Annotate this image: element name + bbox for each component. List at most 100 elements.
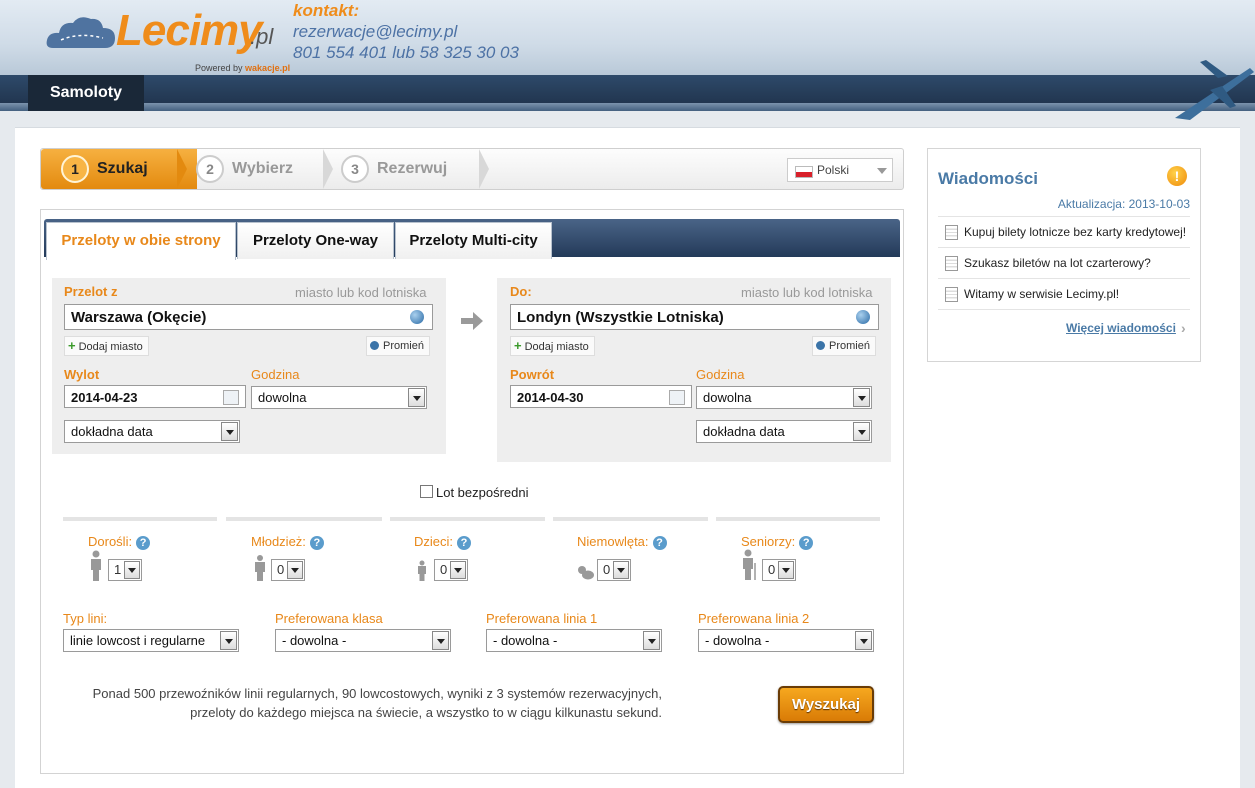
search-button[interactable]: Wyszukaj	[778, 686, 874, 723]
return-precision-select[interactable]: dokładna data	[696, 420, 872, 443]
step-search[interactable]: 1 Szukaj	[41, 149, 197, 189]
tab-round-trip[interactable]: Przeloty w obie strony	[46, 222, 236, 260]
contact-info: kontakt: rezerwacje@lecimy.pl 801 554 40…	[293, 0, 519, 63]
chevron-down-icon	[613, 561, 629, 579]
document-icon	[945, 256, 958, 271]
return-date-input[interactable]: 2014-04-30	[510, 385, 692, 408]
senior-person-icon	[743, 549, 756, 580]
contact-phones: 801 554 401 lub 58 325 30 03	[293, 43, 519, 62]
youth-label: Młodzież:?	[251, 534, 324, 550]
help-icon[interactable]: ?	[457, 536, 472, 550]
nav-tab-samoloty[interactable]: Samoloty	[28, 75, 144, 111]
cloud-logo-icon	[46, 17, 115, 48]
nav-bar	[0, 75, 1255, 111]
airplane-icon	[1175, 60, 1254, 120]
youth-select[interactable]: 0	[271, 559, 305, 581]
arrow-right-icon	[461, 312, 483, 330]
return-time-label: Godzina	[696, 367, 745, 382]
logo-suffix: .pl	[250, 24, 274, 49]
departure-precision-select[interactable]: dokładna data	[64, 420, 240, 443]
infant-icon	[578, 566, 594, 580]
news-updated: Aktualizacja: 2013-10-03	[1057, 197, 1190, 211]
alert-icon: !	[1167, 166, 1187, 186]
more-news-link[interactable]: Więcej wiadomości	[1066, 321, 1176, 335]
class-label: Preferowana klasa	[275, 611, 383, 626]
seniors-select[interactable]: 0	[762, 559, 796, 581]
tab-one-way[interactable]: Przeloty One-way	[237, 222, 394, 259]
airline1-select[interactable]: - dowolna -	[486, 629, 662, 652]
logo-text[interactable]: Lecimy	[116, 6, 263, 56]
powered-by: Powered by wakacje.pl	[195, 63, 291, 73]
to-hint: miasto lub kod lotniska	[741, 285, 873, 300]
seniors-label: Seniorzy:?	[741, 534, 814, 550]
chevron-down-icon	[432, 631, 449, 650]
chevron-down-icon	[124, 561, 140, 579]
news-item[interactable]: Szukasz biletów na lot czarterowy?	[938, 247, 1190, 278]
news-item[interactable]: Kupuj bilety lotnicze bez karty kredytow…	[938, 216, 1190, 247]
chevron-down-icon	[408, 388, 425, 407]
document-icon	[945, 287, 958, 302]
infants-select[interactable]: 0	[597, 559, 631, 581]
airline1-label: Preferowana linia 1	[486, 611, 598, 626]
tab-multi-city[interactable]: Przeloty Multi-city	[395, 222, 552, 259]
chevron-down-icon	[221, 422, 238, 441]
calendar-icon[interactable]	[223, 390, 239, 405]
globe-icon[interactable]	[856, 310, 870, 324]
to-add-city-button[interactable]: + Dodaj miasto	[510, 336, 595, 356]
youth-person-icon	[255, 555, 265, 581]
checkbox-icon[interactable]	[420, 485, 433, 498]
contact-label: kontakt:	[293, 1, 360, 20]
help-icon[interactable]: ?	[136, 536, 151, 550]
chevron-down-icon	[643, 631, 660, 650]
globe-icon[interactable]	[410, 310, 424, 324]
departure-time-label: Godzina	[251, 367, 300, 382]
airline-type-select[interactable]: linie lowcost i regularne	[63, 629, 239, 652]
chevron-down-icon	[778, 561, 794, 579]
chevron-down-icon	[220, 631, 237, 650]
step-book: 3 Rezerwuj	[341, 149, 447, 189]
description: Ponad 500 przewoźników linii regularnych…	[92, 686, 662, 720]
step-bar: 1 Szukaj 2 Wybierz 3 Rezerwuj	[40, 148, 904, 190]
chevron-down-icon	[450, 561, 466, 579]
from-add-city-button[interactable]: + Dodaj miasto	[64, 336, 149, 356]
departure-date-input[interactable]: 2014-04-23	[64, 385, 246, 408]
contact-email[interactable]: rezerwacje@lecimy.pl	[293, 21, 519, 42]
from-radius-button[interactable]: Promień	[366, 336, 430, 356]
to-label: Do:	[510, 284, 532, 299]
chevron-down-icon	[853, 388, 870, 407]
site-header: Lecimy .pl Powered by wakacje.pl kontakt…	[0, 0, 1255, 75]
chevron-down-icon	[877, 168, 887, 174]
document-icon	[945, 225, 958, 240]
calendar-icon[interactable]	[669, 390, 685, 405]
chevron-down-icon	[853, 422, 870, 441]
chevron-right-icon: ›	[1181, 320, 1186, 336]
adult-person-icon	[91, 550, 101, 581]
departure-time-select[interactable]: dowolna	[251, 386, 427, 409]
language-select[interactable]: Polski	[787, 158, 893, 182]
return-time-select[interactable]: dowolna	[696, 386, 872, 409]
departure-date-label: Wylot	[64, 367, 100, 382]
airline2-select[interactable]: - dowolna -	[698, 629, 874, 652]
class-select[interactable]: - dowolna -	[275, 629, 451, 652]
poland-flag-icon	[795, 166, 813, 178]
from-input[interactable]: Warszawa (Okęcie)	[64, 304, 433, 330]
adults-select[interactable]: 1	[108, 559, 142, 581]
from-hint: miasto lub kod lotniska	[295, 285, 427, 300]
to-input[interactable]: Londyn (Wszystkie Lotniska)	[510, 304, 879, 330]
chevron-down-icon	[287, 561, 303, 579]
step-choose: 2 Wybierz	[196, 149, 293, 189]
children-select[interactable]: 0	[434, 559, 468, 581]
from-label: Przelot z	[64, 284, 118, 299]
child-person-icon	[418, 560, 426, 581]
direct-flight-checkbox[interactable]: Lot bezpośredni	[420, 485, 529, 500]
news-item[interactable]: Witamy w serwisie Lecimy.pl!	[938, 278, 1190, 310]
children-label: Dzieci:?	[414, 534, 472, 550]
help-icon[interactable]: ?	[799, 536, 814, 550]
help-icon[interactable]: ?	[309, 536, 324, 550]
to-radius-button[interactable]: Promień	[812, 336, 876, 356]
help-icon[interactable]: ?	[652, 536, 667, 550]
chevron-down-icon	[855, 631, 872, 650]
news-title: Wiadomości	[938, 169, 1038, 188]
adults-label: Dorośli:?	[88, 534, 151, 550]
airline2-label: Preferowana linia 2	[698, 611, 810, 626]
